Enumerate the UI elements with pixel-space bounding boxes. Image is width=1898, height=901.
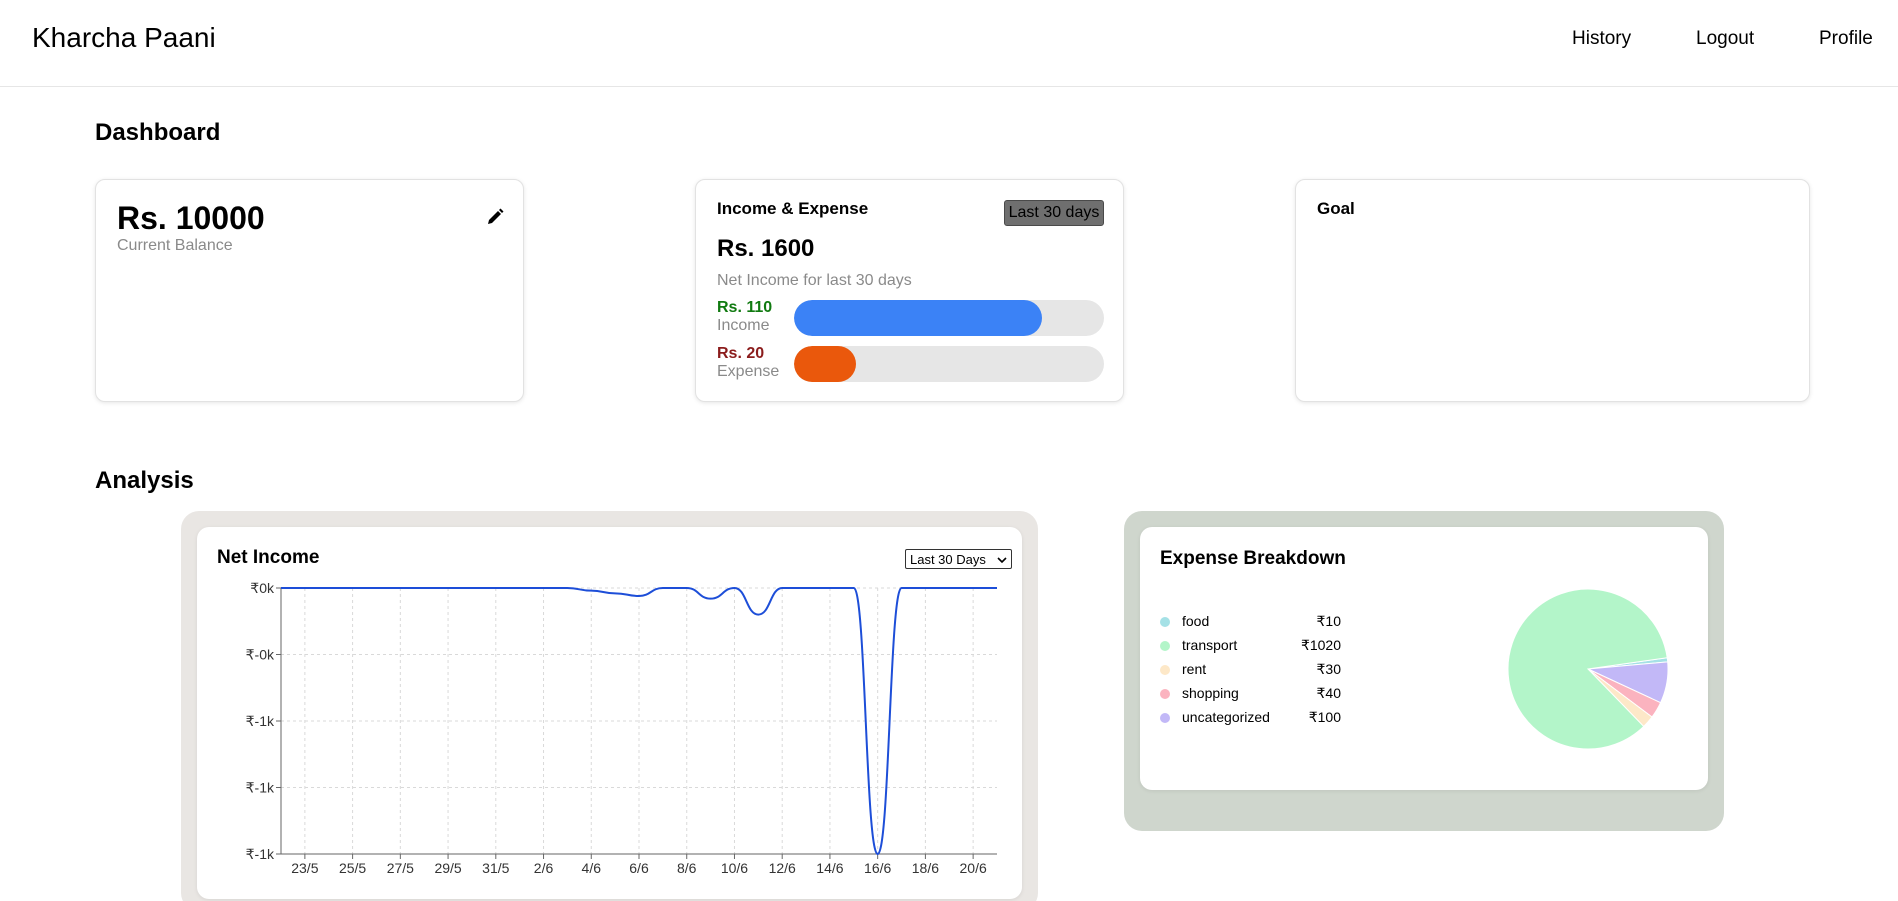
income-amount: Rs. 110	[717, 299, 773, 316]
x-tick-label: 31/5	[482, 860, 509, 876]
x-tick-label: 4/6	[582, 860, 602, 876]
x-tick-label: 6/6	[629, 860, 649, 876]
x-tick-label: 25/5	[339, 860, 366, 876]
income-expense-card: Income & Expense Last 30 days Rs. 1600 N…	[695, 179, 1124, 402]
expense-progress-fill	[794, 346, 856, 382]
x-tick-label: 23/5	[291, 860, 318, 876]
income-progress-fill	[794, 300, 1042, 336]
expense-breakdown-panel: Expense Breakdown food ₹10 transport ₹1020 r…	[1124, 511, 1724, 831]
nav-logout-link[interactable]: Logout	[1696, 28, 1754, 50]
net-income-amount: Rs. 1600	[717, 235, 815, 262]
x-tick-label: 16/6	[864, 860, 891, 876]
x-tick-label: 2/6	[534, 860, 554, 876]
expense-progress-track	[794, 346, 1104, 382]
income-progress-track	[794, 300, 1104, 336]
income-label: Income	[717, 317, 770, 334]
expense-breakdown-card: Expense Breakdown food ₹10 transport ₹1020 r…	[1140, 527, 1708, 790]
x-tick-label: 10/6	[721, 860, 748, 876]
x-tick-label: 27/5	[387, 860, 414, 876]
expense-amount: Rs. 20	[717, 345, 765, 362]
goal-card: Goal	[1295, 179, 1810, 402]
nav-profile-link[interactable]: Profile	[1819, 28, 1873, 50]
net-income-label: Net Income for last 30 days	[717, 272, 912, 289]
balance-label: Current Balance	[117, 237, 233, 254]
nav-history-link[interactable]: History	[1572, 28, 1631, 50]
balance-amount: Rs. 10000	[117, 200, 265, 236]
x-tick-label: 20/6	[960, 860, 987, 876]
x-tick-label: 18/6	[912, 860, 939, 876]
goal-title: Goal	[1317, 199, 1355, 218]
x-tick-label: 29/5	[434, 860, 461, 876]
income-expense-title: Income & Expense	[717, 199, 869, 218]
net-income-card: Net Income Last 30 Days ₹0k ₹-0k ₹-1k ₹-1k ₹…	[197, 527, 1022, 899]
pencil-icon[interactable]	[486, 208, 504, 226]
expense-label: Expense	[717, 363, 780, 380]
period-badge[interactable]: Last 30 days	[1004, 200, 1104, 226]
x-tick-label: 8/6	[677, 860, 697, 876]
expense-pie-chart	[1507, 588, 1669, 750]
x-tick-label: 14/6	[816, 860, 843, 876]
y-tick-label: ₹-1k	[246, 846, 275, 862]
net-income-line-chart: ₹0k ₹-0k ₹-1k ₹-1k ₹-1k 23/5 25/5 27/5 29/5 31/5 2…	[246, 580, 997, 876]
y-tick-label: ₹-1k	[246, 780, 275, 796]
y-tick-label: ₹0k	[250, 580, 275, 596]
balance-card: Rs. 10000 Current Balance	[95, 179, 524, 402]
app-brand[interactable]: Kharcha Paani	[32, 22, 216, 54]
y-tick-label: ₹-0k	[246, 647, 275, 663]
y-tick-label: ₹-1k	[246, 713, 275, 729]
analysis-title: Analysis	[95, 467, 194, 494]
net-income-panel: Net Income Last 30 Days ₹0k ₹-0k ₹-1k ₹-1k ₹…	[181, 511, 1038, 901]
top-navbar: Kharcha Paani History Logout Profile	[0, 0, 1898, 87]
dashboard-title: Dashboard	[95, 119, 221, 146]
x-tick-label: 12/6	[769, 860, 796, 876]
